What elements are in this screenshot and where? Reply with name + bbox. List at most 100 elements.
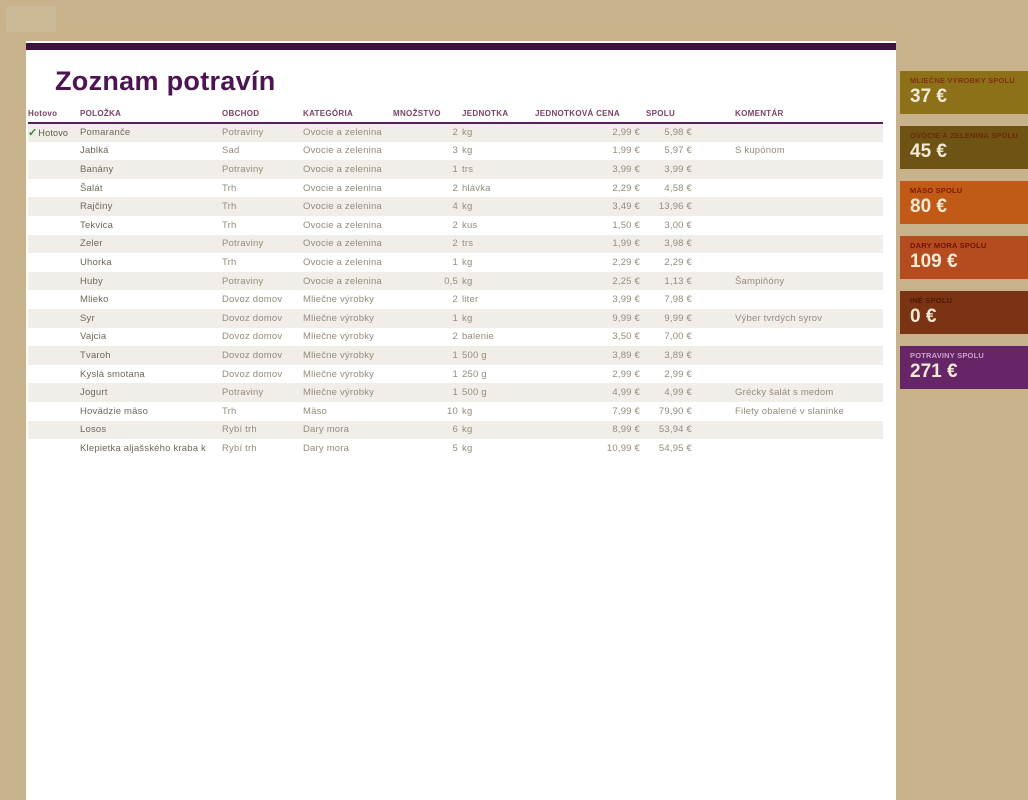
cell-uprice[interactable]: 3,99 € — [535, 160, 640, 179]
table-row[interactable]: Kyslá smotana Dovoz domov Mliečne výrobky 1… — [28, 365, 883, 384]
cell-done[interactable] — [28, 179, 80, 198]
cell-store[interactable]: Potraviny — [222, 383, 303, 402]
cell-qty[interactable]: 4 — [393, 197, 458, 216]
column-header-total[interactable]: SPOLU — [640, 107, 697, 124]
cell-category[interactable]: Mliečne výrobky — [303, 328, 393, 347]
cell-uprice[interactable]: 10,99 € — [535, 439, 640, 458]
cell-comment[interactable] — [697, 290, 883, 309]
cell-qty[interactable]: 6 — [393, 420, 458, 440]
cell-comment[interactable] — [697, 216, 883, 235]
cell-done[interactable] — [28, 160, 80, 179]
column-header-qty[interactable]: MNOŽSTVO — [393, 107, 458, 124]
table-row[interactable]: Vajcia Dovoz domov Mliečne výrobky 2 balenie… — [28, 328, 883, 347]
cell-category[interactable]: Ovocie a zelenina — [303, 253, 393, 272]
cell-item[interactable]: Uhorka — [80, 253, 222, 272]
cell-uprice[interactable]: 2,29 € — [535, 253, 640, 272]
cell-category[interactable]: Ovocie a zelenina — [303, 216, 393, 235]
cell-qty[interactable]: 0,5 — [393, 271, 458, 291]
column-header-done[interactable]: Hotovo — [28, 107, 80, 124]
cell-store[interactable]: Dovoz domov — [222, 290, 303, 309]
cell-qty[interactable]: 2 — [393, 328, 458, 347]
cell-store[interactable]: Dovoz domov — [222, 346, 303, 365]
cell-total[interactable]: 7,98 € — [640, 290, 697, 309]
cell-unit[interactable]: kg — [458, 308, 535, 328]
cell-unit[interactable]: kg — [458, 123, 535, 142]
cell-category[interactable]: Ovocie a zelenina — [303, 197, 393, 216]
cell-item[interactable]: Banány — [80, 160, 222, 179]
column-header-comment[interactable]: KOMENTÁR — [697, 107, 883, 124]
table-row[interactable]: Jablká Sad Ovocie a zelenina 3 kg 1,99 €5,97 … — [28, 142, 883, 161]
cell-qty[interactable]: 1 — [393, 253, 458, 272]
cell-category[interactable]: Mliečne výrobky — [303, 383, 393, 402]
table-row[interactable]: Tvaroh Dovoz domov Mliečne výrobky 1 500 g 3,… — [28, 346, 883, 365]
cell-store[interactable]: Dovoz domov — [222, 308, 303, 328]
cell-uprice[interactable]: 3,89 € — [535, 346, 640, 365]
cell-store[interactable]: Dovoz domov — [222, 328, 303, 347]
cell-comment[interactable] — [697, 346, 883, 365]
cell-qty[interactable]: 1 — [393, 160, 458, 179]
cell-done[interactable] — [28, 328, 80, 347]
cell-uprice[interactable]: 3,49 € — [535, 197, 640, 216]
cell-done[interactable] — [28, 402, 80, 421]
cell-done[interactable] — [28, 216, 80, 235]
cell-store[interactable]: Dovoz domov — [222, 365, 303, 384]
cell-store[interactable]: Sad — [222, 142, 303, 161]
cell-store[interactable]: Potraviny — [222, 234, 303, 254]
cell-item[interactable]: Hovädzie mäso — [80, 402, 222, 421]
cell-qty[interactable]: 2 — [393, 123, 458, 142]
table-row[interactable]: Uhorka Trh Ovocie a zelenina 1 kg 2,29 €2,29 … — [28, 253, 883, 272]
table-row[interactable]: Losos Rybí trh Dary mora 6 kg 8,99 €53,94 € — [28, 420, 883, 440]
cell-qty[interactable]: 1 — [393, 346, 458, 365]
cell-qty[interactable]: 5 — [393, 439, 458, 458]
cell-unit[interactable]: kg — [458, 420, 535, 440]
cell-uprice[interactable]: 7,99 € — [535, 402, 640, 421]
cell-qty[interactable]: 2 — [393, 234, 458, 254]
cell-total[interactable]: 3,00 € — [640, 216, 697, 235]
cell-uprice[interactable]: 9,99 € — [535, 308, 640, 328]
cell-total[interactable]: 79,90 € — [640, 402, 697, 421]
cell-total[interactable]: 5,98 € — [640, 123, 697, 142]
cell-store[interactable]: Trh — [222, 402, 303, 421]
cell-comment[interactable] — [697, 365, 883, 384]
cell-uprice[interactable]: 2,29 € — [535, 179, 640, 198]
cell-unit[interactable]: kg — [458, 439, 535, 458]
cell-category[interactable]: Ovocie a zelenina — [303, 179, 393, 198]
cell-total[interactable]: 1,13 € — [640, 271, 697, 291]
table-row[interactable]: Jogurt Potraviny Mliečne výrobky 1 500 g 4,99… — [28, 383, 883, 402]
cell-qty[interactable]: 10 — [393, 402, 458, 421]
column-header-unit[interactable]: JEDNOTKA — [458, 107, 535, 124]
cell-comment[interactable]: Výber tvrdých syrov — [697, 308, 883, 328]
cell-done[interactable] — [28, 439, 80, 458]
cell-category[interactable]: Mliečne výrobky — [303, 308, 393, 328]
column-header-item[interactable]: POLOŽKA — [80, 107, 222, 124]
summary-card[interactable]: DARY MORA SPOLU 109 € — [900, 236, 1028, 279]
table-row[interactable]: Banány Potraviny Ovocie a zelenina 1 trs 3,99… — [28, 160, 883, 179]
cell-done[interactable] — [28, 197, 80, 216]
cell-total[interactable]: 7,00 € — [640, 328, 697, 347]
cell-comment[interactable] — [697, 328, 883, 347]
table-row[interactable]: Tekvica Trh Ovocie a zelenina 2 kus 1,50 €3,0… — [28, 216, 883, 235]
summary-card[interactable]: MLIEČNE VÝROBKY SPOLU 37 € — [900, 71, 1028, 114]
cell-unit[interactable]: kg — [458, 142, 535, 161]
table-row[interactable]: Šalát Trh Ovocie a zelenina 2 hlávka 2,29 €4,… — [28, 179, 883, 198]
cell-uprice[interactable]: 2,99 € — [535, 365, 640, 384]
cell-item[interactable]: Zeler — [80, 234, 222, 254]
cell-item[interactable]: Rajčiny — [80, 197, 222, 216]
cell-item[interactable]: Mlieko — [80, 290, 222, 309]
cell-comment[interactable] — [697, 420, 883, 440]
table-row[interactable]: Hovädzie mäso Trh Mäso 10 kg 7,99 €79,90 € Fil… — [28, 402, 883, 421]
cell-done[interactable] — [28, 253, 80, 272]
cell-uprice[interactable]: 1,99 € — [535, 142, 640, 161]
summary-card[interactable]: MÄSO SPOLU 80 € — [900, 181, 1028, 224]
cell-unit[interactable]: kg — [458, 197, 535, 216]
cell-uprice[interactable]: 8,99 € — [535, 420, 640, 440]
cell-category[interactable]: Mliečne výrobky — [303, 365, 393, 384]
table-row[interactable]: Mlieko Dovoz domov Mliečne výrobky 2 liter 3,… — [28, 290, 883, 309]
cell-store[interactable]: Potraviny — [222, 123, 303, 142]
cell-uprice[interactable]: 2,99 € — [535, 123, 640, 142]
cell-unit[interactable]: 500 g — [458, 383, 535, 402]
cell-unit[interactable]: kus — [458, 216, 535, 235]
column-header-category[interactable]: KATEGÓRIA — [303, 107, 393, 124]
cell-total[interactable]: 9,99 € — [640, 308, 697, 328]
cell-done[interactable] — [28, 308, 80, 328]
